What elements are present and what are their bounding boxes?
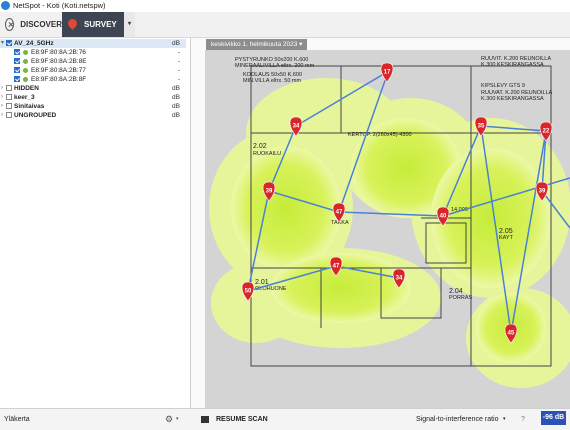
- ap-row[interactable]: E8:9F:80:8A:2B:77 -: [0, 66, 186, 75]
- ap-value: -: [177, 67, 180, 74]
- svg-text:RUOKAILU: RUOKAILU: [253, 151, 281, 157]
- resume-scan-button[interactable]: RESUME SCAN: [216, 409, 268, 430]
- svg-text:KAYT: KAYT: [499, 235, 514, 241]
- survey-point-value: 40: [440, 214, 447, 220]
- network-name: Sinitaivas: [14, 103, 45, 110]
- survey-point-value: 50: [245, 289, 252, 295]
- survey-point-value: 39: [539, 189, 546, 195]
- svg-text:2.02: 2.02: [253, 143, 267, 150]
- group-checkbox[interactable]: [6, 85, 12, 91]
- group-checkbox[interactable]: [6, 40, 12, 46]
- bssid: E8:9F:80:8A:2B:77: [31, 67, 86, 74]
- network-group-row[interactable]: › UNGROUPED dB: [0, 111, 186, 120]
- survey-point-value: 47: [333, 264, 340, 270]
- network-group-row[interactable]: › HIDDEN dB: [0, 84, 186, 93]
- network-value: dB: [172, 85, 180, 92]
- survey-point-value: 45: [508, 331, 515, 337]
- signal-dot-icon: [23, 59, 28, 64]
- group-checkbox[interactable]: [6, 103, 12, 109]
- svg-text:KERTOP. 2(260x45)-4300: KERTOP. 2(260x45)-4300: [348, 132, 412, 138]
- svg-text:MINERAALIVILLA eltrx. 200 mm: MINERAALIVILLA eltrx. 200 mm: [235, 63, 315, 69]
- svg-text:K.300 KESKIRANGASSA: K.300 KESKIRANGASSA: [481, 96, 544, 102]
- ap-value: -: [177, 49, 180, 56]
- window-titlebar: NetSpot - Koti (Koti.netspw): [0, 0, 570, 12]
- survey-point-value: 35: [478, 124, 485, 130]
- ap-row[interactable]: E8:9F:80:8A:2B:8E -: [0, 57, 186, 66]
- survey-dropdown-caret-icon[interactable]: ▾: [124, 12, 135, 37]
- resume-scan-icon[interactable]: [201, 416, 209, 423]
- signal-dot-icon: [23, 77, 28, 82]
- network-name: keer_3: [14, 94, 35, 101]
- svg-text:K.300 KESKIRANGASSA: K.300 KESKIRANGASSA: [481, 62, 544, 68]
- ap-checkbox[interactable]: [14, 58, 20, 64]
- network-name: UNGROUPED: [14, 112, 57, 119]
- survey-map-area[interactable]: PYSTYRUNKO 50x200 K.600 MINERAALIVILLA e…: [191, 38, 570, 408]
- survey-label: SURVEY: [84, 20, 117, 29]
- survey-point-value: 34: [396, 276, 403, 282]
- svg-text:PORRAS: PORRAS: [449, 295, 473, 301]
- survey-point-value: 34: [293, 124, 300, 130]
- survey-point-value: 22: [543, 129, 550, 135]
- survey-date-tab[interactable]: keskivikko 1. helmikuuta 2023 ▾: [206, 39, 308, 50]
- svg-text:MIN.VILLA eltrx. 50 mm: MIN.VILLA eltrx. 50 mm: [243, 78, 301, 84]
- signal-dot-icon: [23, 50, 28, 55]
- svg-text:2.05: 2.05: [499, 228, 513, 235]
- bssid: E8:9F:80:8A:2B:8E: [31, 58, 87, 65]
- survey-point-value: 47: [336, 210, 343, 216]
- signal-level-badge: -96 dB: [541, 411, 566, 425]
- network-group-row[interactable]: ▾ AV_24_5GHz dB: [0, 39, 186, 48]
- signal-dot-icon: [23, 68, 28, 73]
- metric-selector[interactable]: Signal-to-interference ratio: [416, 409, 499, 430]
- survey-button[interactable]: SURVEY ▾: [62, 12, 135, 37]
- window-title: NetSpot - Koti (Koti.netspw): [13, 1, 106, 10]
- svg-text:KIPSLEVY GTS 9: KIPSLEVY GTS 9: [481, 83, 525, 89]
- ap-row[interactable]: E8:9F:80:8A:2B:8F -: [0, 75, 186, 84]
- discover-icon: [5, 18, 15, 31]
- ap-value: -: [177, 58, 180, 65]
- network-group-row[interactable]: › Sinitaivas dB: [0, 102, 186, 111]
- network-group-row[interactable]: › keer_3 dB: [0, 93, 186, 102]
- survey-point-value: 17: [384, 70, 391, 76]
- discover-label: DISCOVER: [20, 20, 62, 29]
- ap-checkbox[interactable]: [14, 76, 20, 82]
- network-list-sidebar: ▾ AV_24_5GHz dB E8:9F:80:8A:2B:76 - E8:9…: [0, 38, 191, 408]
- network-value: dB: [172, 40, 180, 47]
- netspot-app-icon: [1, 1, 10, 10]
- map-pin-icon: [68, 19, 77, 31]
- discover-button[interactable]: DISCOVER: [0, 12, 62, 37]
- network-name: AV_24_5GHz: [14, 40, 54, 47]
- bssid: E8:9F:80:8A:2B:76: [31, 49, 86, 56]
- bssid: E8:9F:80:8A:2B:8F: [31, 76, 87, 83]
- settings-chevron-down-icon[interactable]: ▾: [176, 409, 179, 430]
- network-value: dB: [172, 103, 180, 110]
- network-value: dB: [172, 112, 180, 119]
- survey-date-label: keskivikko 1. helmikuuta 2023: [211, 41, 298, 48]
- help-icon[interactable]: ?: [521, 409, 525, 430]
- ap-value: -: [177, 76, 180, 83]
- main-toolbar: DISCOVER SURVEY ▾: [0, 12, 570, 38]
- svg-text:2.04: 2.04: [449, 288, 463, 295]
- floor-selector[interactable]: Yläkerta: [4, 409, 30, 430]
- metric-chevron-down-icon[interactable]: ▾: [503, 409, 506, 430]
- status-bar: Yläkerta ⚙ ▾ RESUME SCAN Signal-to-inter…: [0, 408, 570, 430]
- ap-checkbox[interactable]: [14, 49, 20, 55]
- network-value: dB: [172, 94, 180, 101]
- survey-point-value: 39: [266, 189, 273, 195]
- settings-gear-icon[interactable]: ⚙: [165, 409, 173, 430]
- ap-row[interactable]: E8:9F:80:8A:2B:76 -: [0, 48, 186, 57]
- heatmap-floorplan[interactable]: PYSTYRUNKO 50x200 K.600 MINERAALIVILLA e…: [191, 38, 570, 408]
- network-name: HIDDEN: [14, 85, 39, 92]
- ap-checkbox[interactable]: [14, 67, 20, 73]
- group-checkbox[interactable]: [6, 94, 12, 100]
- group-checkbox[interactable]: [6, 112, 12, 118]
